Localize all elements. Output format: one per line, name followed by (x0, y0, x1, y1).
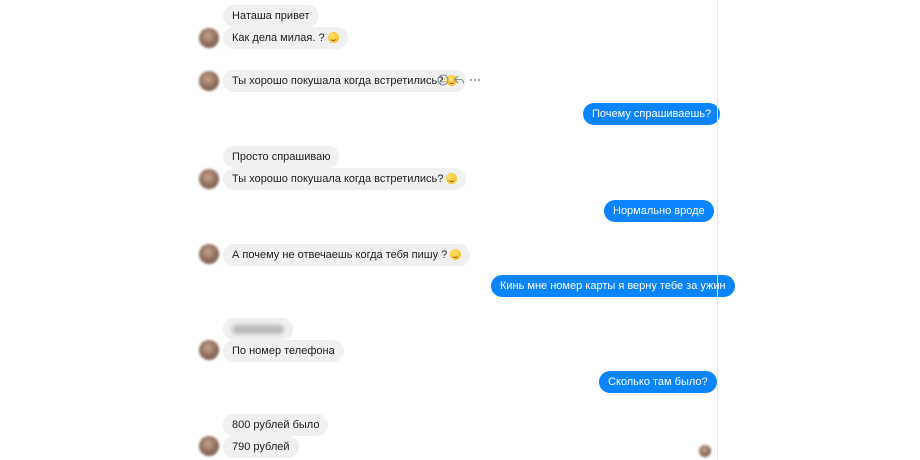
incoming-message[interactable]: Ты хорошо покушала когда встретились? (223, 168, 467, 190)
incoming-message[interactable]: А почему не отвечаешь когда тебя пишу ? (223, 244, 471, 266)
message-text: Ты хорошо покушала когда встретились? (232, 173, 444, 185)
incoming-message[interactable]: 800 рублей было (223, 414, 329, 436)
contact-avatar[interactable] (199, 436, 219, 456)
read-receipt-avatar (699, 445, 711, 457)
contact-avatar[interactable] (199, 169, 219, 189)
message-text: Почему спрашиваешь? (592, 108, 712, 120)
outgoing-message[interactable]: Сколько там было? (599, 371, 717, 393)
message-text: А почему не отвечаешь когда тебя пишу ? (232, 249, 448, 261)
incoming-message[interactable]: Ты хорошо покушала когда встретились? (223, 70, 467, 92)
grinning-face-emoji-icon (327, 32, 339, 43)
contact-avatar[interactable] (199, 340, 219, 360)
message-hover-actions (437, 73, 481, 87)
smiling-face-emoji-icon (450, 249, 462, 260)
chat-thread: Наташа привет Как дела милая. ? Ты хорош… (0, 0, 735, 460)
incoming-message[interactable]: По номер телефона (223, 340, 344, 362)
smile-icon[interactable] (437, 74, 449, 86)
reply-icon[interactable] (453, 74, 465, 86)
message-text: Кинь мне номер карты я верну тебе за ужи… (500, 280, 726, 292)
more-icon[interactable] (469, 74, 481, 86)
message-text: Ты хорошо покушала когда встретились? (232, 75, 444, 87)
blurred-message-text (232, 324, 284, 334)
message-text: 800 рублей было (232, 419, 320, 431)
panel-divider (717, 0, 718, 460)
outgoing-message[interactable]: Нормально вроде (604, 200, 714, 222)
message-text: По номер телефона (232, 345, 335, 357)
message-text: 790 рублей (232, 441, 290, 453)
message-text: Сколько там было? (608, 376, 708, 388)
contact-avatar[interactable] (199, 28, 219, 48)
outgoing-message[interactable]: Почему спрашиваешь? (583, 103, 721, 125)
contact-avatar[interactable] (199, 244, 219, 264)
message-text: Нормально вроде (613, 205, 705, 217)
message-text: Как дела милая. ? (232, 32, 325, 44)
incoming-message-blurred[interactable] (223, 318, 293, 340)
incoming-message[interactable]: Наташа привет (223, 5, 319, 27)
message-text: Просто спрашиваю (232, 151, 331, 163)
smiling-face-emoji-icon (446, 173, 458, 184)
incoming-message[interactable]: 790 рублей (223, 436, 299, 458)
outgoing-message[interactable]: Кинь мне номер карты я верну тебе за ужи… (491, 275, 735, 297)
incoming-message[interactable]: Как дела милая. ? (223, 27, 348, 49)
incoming-message[interactable]: Просто спрашиваю (223, 146, 340, 168)
contact-avatar[interactable] (199, 71, 219, 91)
message-text: Наташа привет (232, 10, 310, 22)
